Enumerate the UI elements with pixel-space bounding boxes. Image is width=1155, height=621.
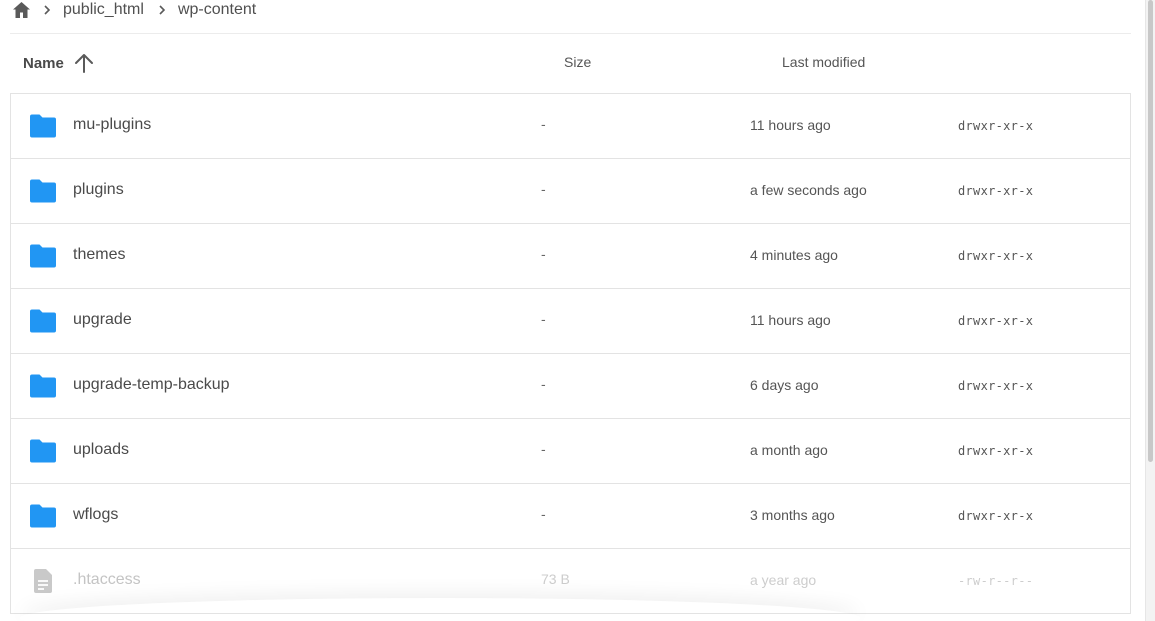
file-permissions: -rw-r--r-- xyxy=(958,574,1034,588)
file-size: - xyxy=(541,116,546,132)
file-size: - xyxy=(541,181,546,197)
home-icon[interactable] xyxy=(12,1,31,19)
file-permissions: drwxr-xr-x xyxy=(958,379,1034,393)
table-row[interactable]: themes - 4 minutes ago drwxr-xr-x xyxy=(11,224,1130,289)
file-last-modified: a month ago xyxy=(750,442,828,458)
file-last-modified: a year ago xyxy=(750,572,817,588)
file-last-modified: 11 hours ago xyxy=(750,312,831,328)
column-header-name-label: Name xyxy=(23,54,64,72)
chevron-right-icon xyxy=(41,4,53,16)
file-list: mu-plugins -11 hours ago drwxr-xr-x plugins… xyxy=(10,93,1131,614)
folder-icon xyxy=(29,113,57,139)
file-manager: public_html wp-content Name Size Last mo… xyxy=(0,0,1155,621)
folder-icon xyxy=(29,308,57,334)
file-permissions: drwxr-xr-x xyxy=(958,249,1034,263)
file-name: upgrade xyxy=(73,311,132,328)
breadcrumb: public_html wp-content xyxy=(12,0,268,20)
file-permissions: drwxr-xr-x xyxy=(958,509,1034,523)
file-name: uploads xyxy=(73,441,130,458)
file-permissions: drwxr-xr-x xyxy=(958,119,1034,133)
column-header-last-modified[interactable]: Last modified xyxy=(782,54,865,70)
folder-icon xyxy=(29,243,57,269)
sort-ascending-icon[interactable] xyxy=(72,51,96,75)
file-name: themes xyxy=(73,246,126,263)
column-header-size[interactable]: Size xyxy=(564,54,591,70)
file-permissions: drwxr-xr-x xyxy=(958,444,1034,458)
file-name: mu-plugins xyxy=(73,116,152,133)
folder-icon xyxy=(29,503,57,529)
scrollbar-thumb[interactable] xyxy=(1148,0,1153,462)
file-size: - xyxy=(541,311,546,327)
file-size: - xyxy=(541,441,546,457)
file-name: .htaccess xyxy=(73,571,141,588)
file-last-modified: 4 minutes ago xyxy=(750,247,838,263)
file-size: - xyxy=(541,376,546,392)
table-row[interactable]: upgrade-temp-backup - 6 days ago drwxr-xr-x xyxy=(11,354,1130,419)
file-last-modified: 3 months ago xyxy=(750,507,835,523)
table-row[interactable]: wflogs - 3 months ago drwxr-xr-x xyxy=(11,484,1130,549)
table-row[interactable]: upgrade - 11 hours ago drwxr-xr-x xyxy=(11,289,1130,354)
file-last-modified: 11 hours ago xyxy=(750,117,831,133)
table-row[interactable]: plugins - a few seconds ago drwxr-xr-x xyxy=(11,159,1130,224)
file-name: wflogs xyxy=(73,506,119,523)
file-size: 73 B xyxy=(541,571,570,587)
table-row[interactable]: uploads - a month ago drwxr-xr-x xyxy=(11,419,1130,484)
breadcrumb-item-wp-content[interactable]: wp-content xyxy=(178,1,256,19)
file-size: - xyxy=(541,246,546,262)
file-size: - xyxy=(541,506,546,522)
column-header-name[interactable]: Name xyxy=(23,51,96,75)
folder-icon xyxy=(29,178,57,204)
file-icon xyxy=(29,568,57,594)
vertical-scrollbar[interactable] xyxy=(1145,0,1155,621)
folder-icon xyxy=(29,438,57,464)
chevron-right-icon xyxy=(156,4,168,16)
folder-icon xyxy=(29,373,57,399)
file-permissions: drwxr-xr-x xyxy=(958,184,1034,198)
file-permissions: drwxr-xr-x xyxy=(958,314,1034,328)
file-last-modified: a few seconds ago xyxy=(750,182,867,198)
file-name: plugins xyxy=(73,181,124,198)
breadcrumb-item-public-html[interactable]: public_html xyxy=(63,1,144,19)
file-name: upgrade-temp-backup xyxy=(73,376,230,393)
table-row[interactable]: mu-plugins - 11 hours ago drwxr-xr-x xyxy=(11,94,1130,159)
table-header: Name Size Last modified xyxy=(10,34,1131,93)
file-last-modified: 6 days ago xyxy=(750,377,819,393)
